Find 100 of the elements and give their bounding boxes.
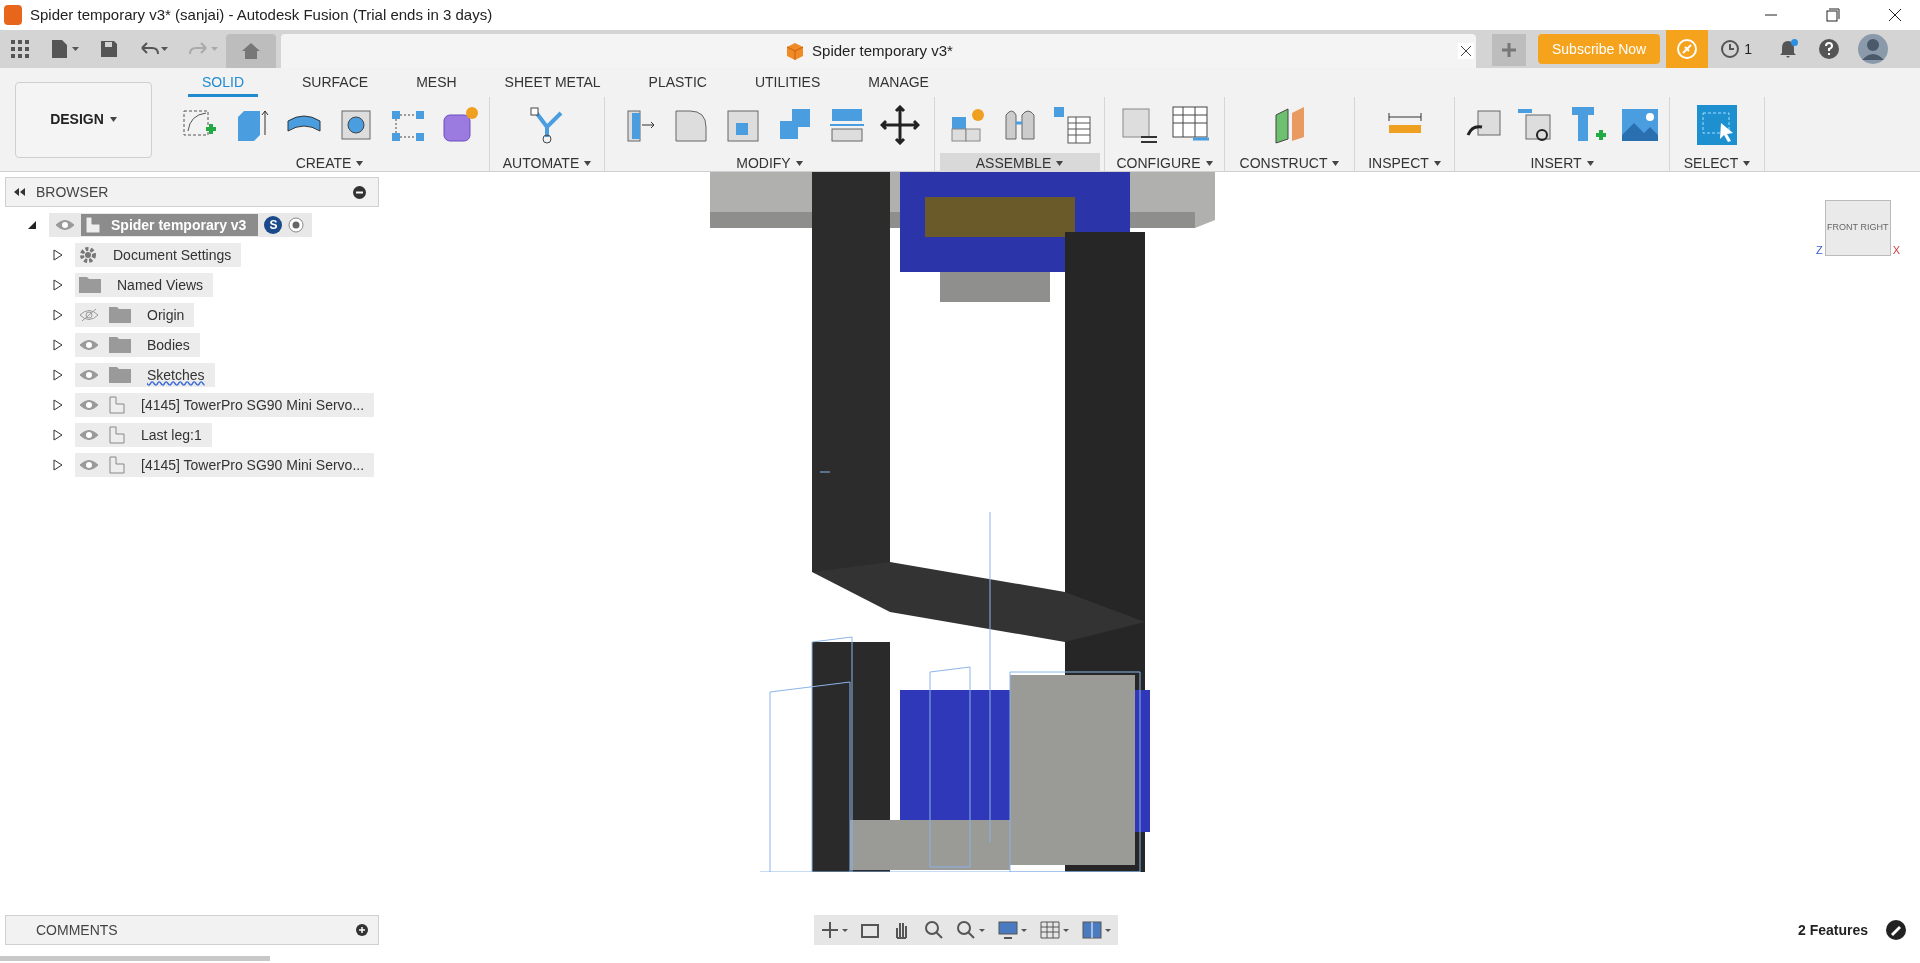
caret-icon [356, 160, 364, 166]
expand-triangle-icon[interactable] [53, 339, 63, 351]
plug-icon [1676, 38, 1699, 60]
restore-icon[interactable] [1826, 8, 1840, 22]
tool-group-menu[interactable]: CREATE [287, 153, 372, 173]
browser-item[interactable]: [4145] TowerPro SG90 Mini Servo... [75, 453, 375, 477]
feature-count: 2 Features [1797, 920, 1868, 940]
browser-item[interactable]: Document Settings [75, 243, 242, 267]
browser-item[interactable]: Bodies [75, 333, 200, 357]
avatar-icon[interactable] [1857, 34, 1888, 64]
file-icon[interactable] [50, 39, 80, 59]
viewports-icon[interactable] [1082, 920, 1112, 940]
scrollbar[interactable] [0, 956, 270, 961]
cube-icon [786, 42, 805, 60]
close-tab-icon[interactable] [1458, 43, 1474, 59]
tool-group-menu[interactable]: INSPECT [1360, 153, 1449, 173]
save-icon[interactable] [100, 40, 118, 58]
eye-icon[interactable] [79, 368, 99, 382]
folder-icon [109, 367, 131, 383]
axis-x-label: X [1892, 242, 1900, 258]
document-title: Spider temporary v3* [812, 40, 953, 61]
plus-icon [1501, 42, 1517, 58]
tool-group-menu[interactable]: SELECT [1675, 153, 1759, 173]
minus-circle-icon[interactable] [353, 185, 366, 199]
workspace-switcher[interactable]: DESIGN [15, 81, 152, 158]
browser-item[interactable]: [4145] TowerPro SG90 Mini Servo... [75, 393, 375, 417]
expand-triangle-icon[interactable] [53, 309, 63, 321]
job-count: 1 [1744, 39, 1752, 59]
folder-icon [109, 337, 131, 353]
collapse-triangle-icon[interactable] [27, 220, 37, 230]
toolbar-tab[interactable]: SHEET METAL [500, 72, 605, 97]
window-title: Spider temporary v3* (sanjai) - Autodesk Fusion (Trial ends in 3 days) [30, 4, 493, 25]
browser-item[interactable]: Named Views [75, 273, 214, 297]
caret-icon [1332, 160, 1340, 166]
tool-group-menu[interactable]: MODIFY [728, 153, 811, 173]
toolbar-tab[interactable]: PLASTIC [644, 72, 711, 97]
browser-item-label: Origin [147, 305, 185, 325]
tool-group-menu[interactable]: AUTOMATE [494, 153, 600, 173]
eye-icon[interactable] [79, 428, 99, 442]
tool-group-menu[interactable]: INSERT [1522, 153, 1602, 173]
cube-right-face: RIGHT [1860, 221, 1889, 235]
expand-triangle-icon[interactable] [53, 399, 63, 411]
caret-icon [1433, 160, 1441, 166]
grid-icon[interactable] [1040, 920, 1070, 940]
browser-item[interactable]: Origin [75, 303, 195, 327]
radio-icon[interactable] [288, 217, 305, 233]
view-cube[interactable]: FRONT RIGHT [1824, 200, 1891, 256]
toolbar-tab[interactable]: MANAGE [864, 72, 933, 97]
zoom-window-icon[interactable] [956, 920, 986, 940]
eye-icon[interactable] [79, 458, 99, 472]
component-icon [109, 396, 125, 414]
app-logo-icon [4, 5, 22, 25]
zoom-icon[interactable] [924, 920, 944, 940]
pen-circle-icon[interactable] [1886, 920, 1906, 940]
home-icon [241, 42, 261, 60]
clock-icon[interactable] [1720, 39, 1741, 59]
app-grid-icon[interactable] [10, 39, 30, 59]
collapse-panel-icon[interactable] [14, 188, 26, 196]
tool-group-menu[interactable]: CONSTRUCT [1231, 153, 1348, 173]
user-badge: S [264, 216, 283, 234]
help-icon[interactable] [1817, 38, 1840, 60]
eye-icon[interactable] [55, 218, 75, 232]
expand-triangle-icon[interactable] [53, 279, 63, 291]
document-tab[interactable]: Spider temporary v3* [281, 34, 1476, 68]
browser-item[interactable]: Last leg:1 [75, 423, 212, 447]
orbit-icon[interactable] [820, 920, 848, 940]
folder-icon [79, 277, 101, 293]
browser-item[interactable]: Sketches [75, 363, 215, 387]
browser-item-label: Bodies [147, 335, 190, 355]
tool-group-menu[interactable]: ASSEMBLE [939, 153, 1100, 173]
display-icon[interactable] [998, 920, 1028, 940]
eye-icon[interactable] [79, 338, 99, 352]
tool-group-menu[interactable]: CONFIGURE [1108, 153, 1221, 173]
comments-title: COMMENTS [36, 920, 118, 940]
expand-triangle-icon[interactable] [53, 249, 63, 261]
expand-triangle-icon[interactable] [53, 429, 63, 441]
table-icon[interactable] [1051, 105, 1092, 145]
caret-icon [1743, 160, 1751, 166]
caret-icon [1586, 160, 1594, 166]
toolbar-tab[interactable]: MESH [412, 72, 461, 97]
cube-front-face: FRONT [1826, 221, 1858, 235]
browser-item-label: Sketches [147, 365, 205, 385]
expand-triangle-icon[interactable] [53, 369, 63, 381]
browser-item-label: [4145] TowerPro SG90 Mini Servo... [141, 455, 365, 475]
toolbar-tab[interactable]: UTILITIES [750, 72, 825, 97]
browser-item-label: Named Views [117, 275, 204, 295]
cursor-icon[interactable] [1697, 105, 1737, 145]
root-component-name: Spider temporary v3 [111, 215, 247, 235]
eye-icon[interactable] [79, 398, 99, 412]
browser-item-label: Document Settings [113, 245, 232, 265]
component-icon [109, 426, 125, 444]
toolbar-tab[interactable]: SURFACE [298, 72, 373, 97]
add-comment-icon[interactable] [356, 924, 368, 936]
expand-triangle-icon[interactable] [53, 459, 63, 471]
gear-icon [79, 246, 97, 264]
close-icon[interactable] [1888, 8, 1902, 22]
caret-icon [1205, 160, 1213, 166]
axis-z-label: Z [1815, 242, 1823, 258]
move-icon[interactable] [879, 105, 920, 145]
caret-icon [584, 160, 592, 166]
